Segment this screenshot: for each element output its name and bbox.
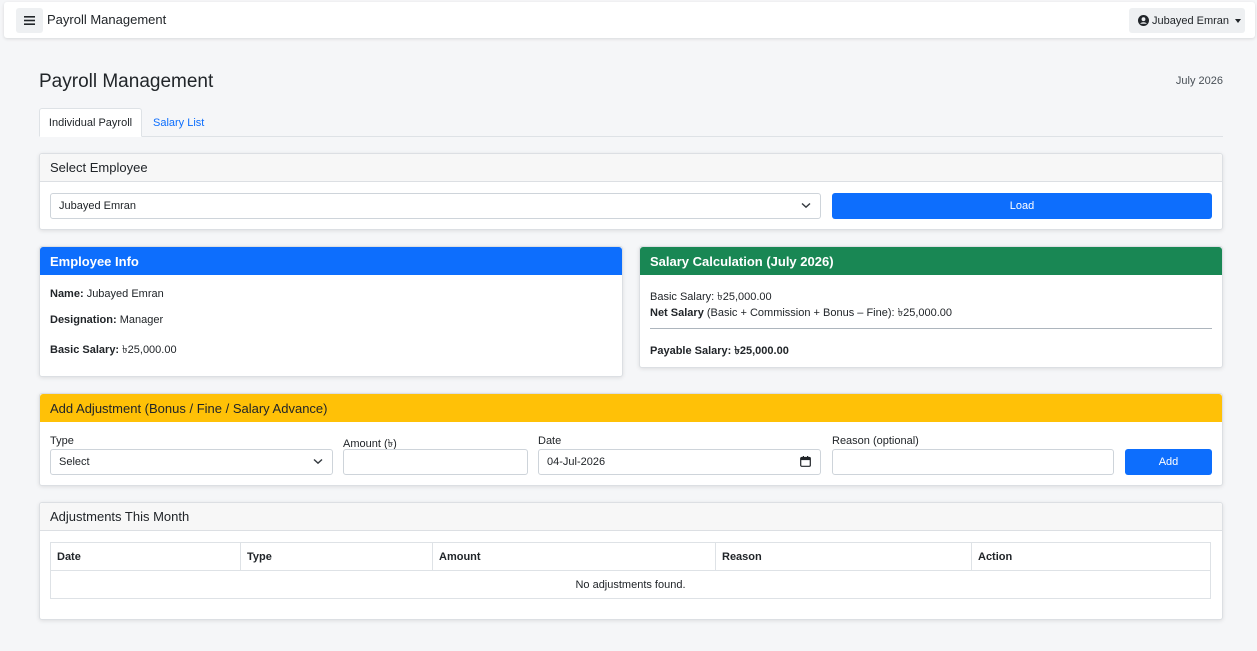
designation-value: Manager [119,314,164,326]
top-navbar: Payroll Management Jubayed Emran [4,2,1255,38]
adjustment-type-select[interactable]: Select [50,449,333,475]
basic-salary-label: Basic Salary: [50,344,120,356]
card-title: Add Adjustment (Bonus / Fine / Salary Ad… [40,394,1222,422]
page-title: Payroll Management [39,71,214,92]
reason-input[interactable] [832,449,1114,475]
app-title: Payroll Management [47,12,167,27]
calendar-icon[interactable] [800,456,811,467]
employee-name-line: Name: Jubayed Emran [50,288,164,300]
user-menu-button[interactable]: Jubayed Emran [1129,8,1245,33]
payable-salary-line: Payable Salary: ৳25,000.00 [650,342,789,361]
employee-basic-salary-line: Basic Salary: ৳25,000.00 [50,341,177,360]
chevron-down-icon [801,202,811,209]
load-button[interactable]: Load [832,193,1212,219]
amount-input[interactable] [343,449,528,475]
card-title: Salary Calculation (July 2026) [640,247,1222,275]
tab-bar: Individual Payroll Salary List [39,108,1223,137]
date-input-value: 04-Jul-2026 [547,456,606,468]
tab-individual-payroll[interactable]: Individual Payroll [39,108,142,137]
user-name: Jubayed Emran [1152,14,1230,27]
tab-salary-list[interactable]: Salary List [142,108,215,137]
payable-salary-value: ৳25,000.00 [734,345,789,357]
card-title: Select Employee [40,154,1222,182]
type-label: Type [50,435,74,447]
payable-salary-label: Payable Salary: [650,345,732,357]
user-circle-icon [1138,15,1149,26]
salary-calculation-card: Salary Calculation (July 2026) Basic Sal… [639,246,1223,368]
column-header-type: Type [240,542,433,571]
employee-info-card: Employee Info Name: Jubayed Emran Design… [39,246,623,377]
name-value: Jubayed Emran [86,288,164,300]
date-input[interactable]: 04-Jul-2026 [538,449,821,475]
hamburger-icon [24,16,35,25]
calc-net-salary-line: Net Salary (Basic + Commission + Bonus –… [650,304,952,323]
divider [650,328,1212,329]
current-month: July 2026 [1175,75,1223,87]
add-adjustment-card: Add Adjustment (Bonus / Fine / Salary Ad… [39,393,1223,486]
add-adjustment-button[interactable]: Add [1125,449,1212,475]
reason-label: Reason (optional) [832,435,919,447]
employee-designation-line: Designation: Manager [50,314,163,326]
designation-label: Designation: [50,314,117,326]
empty-message: No adjustments found. [50,570,1211,599]
employee-select[interactable]: Jubayed Emran [50,193,821,219]
adjustment-type-value: Select [59,456,90,468]
table-row: No adjustments found. [50,570,1211,599]
net-salary-label: Net Salary [650,307,704,319]
adjustments-list-card: Adjustments This Month Date Type Amount … [39,502,1223,620]
table-header-row: Date Type Amount Reason Action [50,542,1211,571]
adjustments-table: Date Type Amount Reason Action No adjust… [50,542,1211,599]
column-header-reason: Reason [715,542,972,571]
column-header-action: Action [971,542,1211,571]
select-employee-card: Select Employee Jubayed Emran Load [39,153,1223,230]
name-label: Name: [50,288,84,300]
caret-down-icon [1235,18,1242,23]
menu-toggle-button[interactable] [16,8,43,33]
card-title: Adjustments This Month [40,503,1222,531]
employee-select-value: Jubayed Emran [59,200,137,212]
net-salary-formula: (Basic + Commission + Bonus – Fine): ৳25… [706,307,953,319]
basic-salary-value: ৳25,000.00 [122,344,177,356]
date-label: Date [538,435,562,447]
column-header-date: Date [50,542,241,571]
card-title: Employee Info [40,247,622,275]
chevron-down-icon [313,458,323,465]
column-header-amount: Amount [432,542,716,571]
